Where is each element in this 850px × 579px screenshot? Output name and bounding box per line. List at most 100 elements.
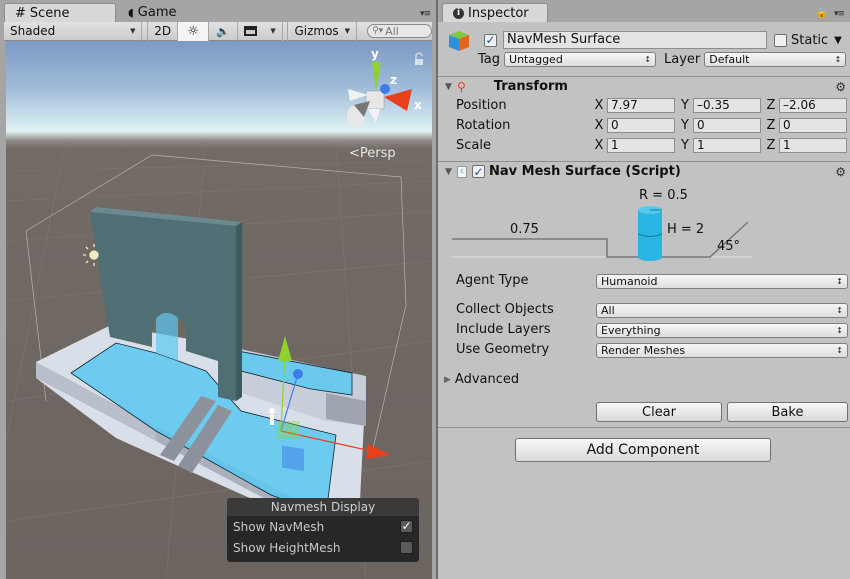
- x-axis-handle: [366, 444, 391, 459]
- static-dropdown-arrow-icon[interactable]: ▼: [834, 35, 842, 46]
- orientation-gizmo[interactable]: [347, 62, 412, 127]
- include-layers-dropdown[interactable]: Everything ↕: [596, 323, 848, 338]
- layer-dropdown[interactable]: Default ↕: [704, 52, 847, 67]
- xz-plane-handle: [278, 421, 300, 439]
- scene-toolbar: Shaded ▼ 2D ☼ 🔈 ▼ Gizmos ▼ ⚲▾ All: [4, 21, 432, 41]
- gameobject-icon: [448, 30, 470, 52]
- position-y-input[interactable]: –0.35: [693, 98, 761, 113]
- gear-icon[interactable]: ⚙: [835, 80, 846, 94]
- search-icon: ⚲▾: [372, 26, 384, 36]
- pacman-icon: ◖: [128, 6, 134, 19]
- panel-menu-icon[interactable]: ▾≡: [834, 9, 845, 19]
- updown-arrow-icon: ↕: [836, 326, 843, 335]
- script-enabled-checkbox[interactable]: ✓: [472, 165, 485, 178]
- scale-x-input[interactable]: 1: [607, 138, 675, 153]
- sun-icon: ☼: [187, 23, 199, 39]
- inspector-body: ✓ NavMesh Surface Static ▼ Tag Untagged ↕…: [438, 22, 850, 579]
- show-heightmesh-checkbox[interactable]: [400, 541, 413, 554]
- gizmos-dropdown[interactable]: Gizmos ▼: [288, 21, 358, 41]
- scene-tabbar: # Scene ◖ Game ▾≡: [0, 0, 436, 22]
- agent-height-label: H = 2: [667, 222, 705, 237]
- lock-icon[interactable]: [415, 52, 423, 65]
- rotation-x-input[interactable]: 0: [607, 118, 675, 133]
- inspector-lock-icon[interactable]: 🔒: [816, 8, 828, 19]
- speaker-icon: 🔈: [216, 24, 231, 38]
- inspector-panel: i Inspector 🔒 ▾≡ ✓ NavMesh Surface Stati…: [436, 0, 850, 579]
- foldout-expanded-icon[interactable]: ▼: [445, 82, 455, 92]
- navmesh-surface-header[interactable]: ▼ c ✓ Nav Mesh Surface (Script) ⚙: [438, 161, 850, 181]
- updown-arrow-icon: ↕: [644, 55, 652, 64]
- grid-icon: #: [15, 5, 26, 21]
- show-navmesh-checkbox[interactable]: ✓: [400, 520, 413, 533]
- show-heightmesh-row[interactable]: Show HeightMesh: [227, 537, 419, 558]
- gear-icon[interactable]: ⚙: [835, 165, 846, 179]
- panel-menu-icon[interactable]: ▾≡: [420, 9, 431, 19]
- scene-viewport[interactable]: y z x <Persp Navmesh Display Show NavMes…: [6, 41, 432, 579]
- tag-label: Tag: [478, 52, 501, 67]
- transform-header[interactable]: ▼ ⚲ Transform ⚙: [438, 76, 850, 96]
- navmesh-surface-title: Nav Mesh Surface (Script): [489, 164, 681, 179]
- object-name-input[interactable]: NavMesh Surface: [503, 31, 767, 49]
- agent-icon: [270, 415, 274, 425]
- z-axis-label: z: [390, 73, 397, 87]
- tab-scene[interactable]: # Scene: [4, 3, 116, 22]
- layer-label: Layer: [664, 52, 701, 67]
- show-navmesh-row[interactable]: Show NavMesh ✓: [227, 516, 419, 537]
- scale-z-input[interactable]: 1: [779, 138, 847, 153]
- navmesh-display-overlay: Navmesh Display Show NavMesh ✓ Show Heig…: [227, 498, 419, 562]
- lighting-toggle-button[interactable]: ☼: [178, 21, 210, 41]
- active-checkbox[interactable]: ✓: [484, 33, 497, 47]
- updown-arrow-icon: ↕: [836, 306, 843, 315]
- effects-dropdown[interactable]: ▼: [238, 21, 283, 41]
- use-geometry-dropdown[interactable]: Render Meshes ↕: [596, 343, 848, 358]
- updown-arrow-icon: ↕: [836, 346, 843, 355]
- transform-icon: ⚲: [457, 79, 466, 94]
- clear-button[interactable]: Clear: [596, 402, 722, 422]
- audio-toggle-button[interactable]: 🔈: [209, 21, 239, 41]
- rotation-y-input[interactable]: 0: [693, 118, 761, 133]
- foldout-expanded-icon[interactable]: ▼: [445, 167, 455, 177]
- step-height-label: 0.75: [510, 222, 539, 237]
- static-checkbox[interactable]: [774, 33, 787, 47]
- y-axis-label: y: [371, 47, 379, 61]
- image-icon: [244, 26, 258, 36]
- rotation-z-input[interactable]: 0: [779, 118, 847, 133]
- tag-dropdown[interactable]: Untagged ↕: [504, 52, 657, 67]
- scene-search-input[interactable]: ⚲▾ All: [367, 24, 432, 38]
- static-label: Static: [791, 32, 829, 48]
- xy-plane-handle: [282, 445, 304, 471]
- agent-diagram: R = 0.5 H = 2 0.75 45°: [452, 182, 752, 262]
- collect-objects-dropdown[interactable]: All ↕: [596, 303, 848, 318]
- info-icon: i: [453, 7, 464, 19]
- updown-arrow-icon: ↕: [834, 55, 842, 64]
- bake-button[interactable]: Bake: [727, 402, 848, 422]
- max-slope-label: 45°: [717, 239, 741, 254]
- shading-mode-dropdown[interactable]: Shaded ▼: [4, 21, 143, 41]
- agent-type-dropdown[interactable]: Humanoid ↕: [596, 274, 848, 289]
- navmesh-display-title: Navmesh Display: [227, 498, 419, 516]
- tab-game[interactable]: ◖ Game: [118, 3, 187, 22]
- projection-toggle[interactable]: <Persp: [349, 146, 396, 161]
- position-z-input[interactable]: –2.06: [779, 98, 847, 113]
- chevron-down-icon: ▼: [130, 27, 136, 35]
- script-file-icon: c: [457, 165, 467, 178]
- add-component-button[interactable]: Add Component: [515, 438, 771, 462]
- advanced-foldout[interactable]: ▶ Advanced: [444, 372, 519, 387]
- y-axis-handle: [278, 336, 292, 361]
- updown-arrow-icon: ↕: [836, 277, 843, 286]
- chevron-down-icon: ▼: [344, 27, 351, 35]
- x-axis-label: x: [414, 98, 422, 112]
- z-axis-handle: [293, 369, 303, 379]
- section-divider: [438, 427, 850, 428]
- transform-title: Transform: [493, 79, 568, 94]
- tab-inspector[interactable]: i Inspector: [442, 3, 548, 22]
- scale-y-input[interactable]: 1: [693, 138, 761, 153]
- chevron-left-icon: <: [349, 146, 360, 161]
- position-x-input[interactable]: 7.97: [607, 98, 675, 113]
- wall-side: [236, 222, 242, 401]
- object-header-row: ✓ NavMesh Surface Static ▼: [484, 31, 842, 49]
- foldout-collapsed-icon: ▶: [444, 374, 451, 385]
- tag-layer-row: Tag Untagged ↕ Layer Default ↕: [478, 52, 847, 67]
- agent-radius-label: R = 0.5: [639, 188, 688, 203]
- 2d-toggle-button[interactable]: 2D: [148, 21, 179, 41]
